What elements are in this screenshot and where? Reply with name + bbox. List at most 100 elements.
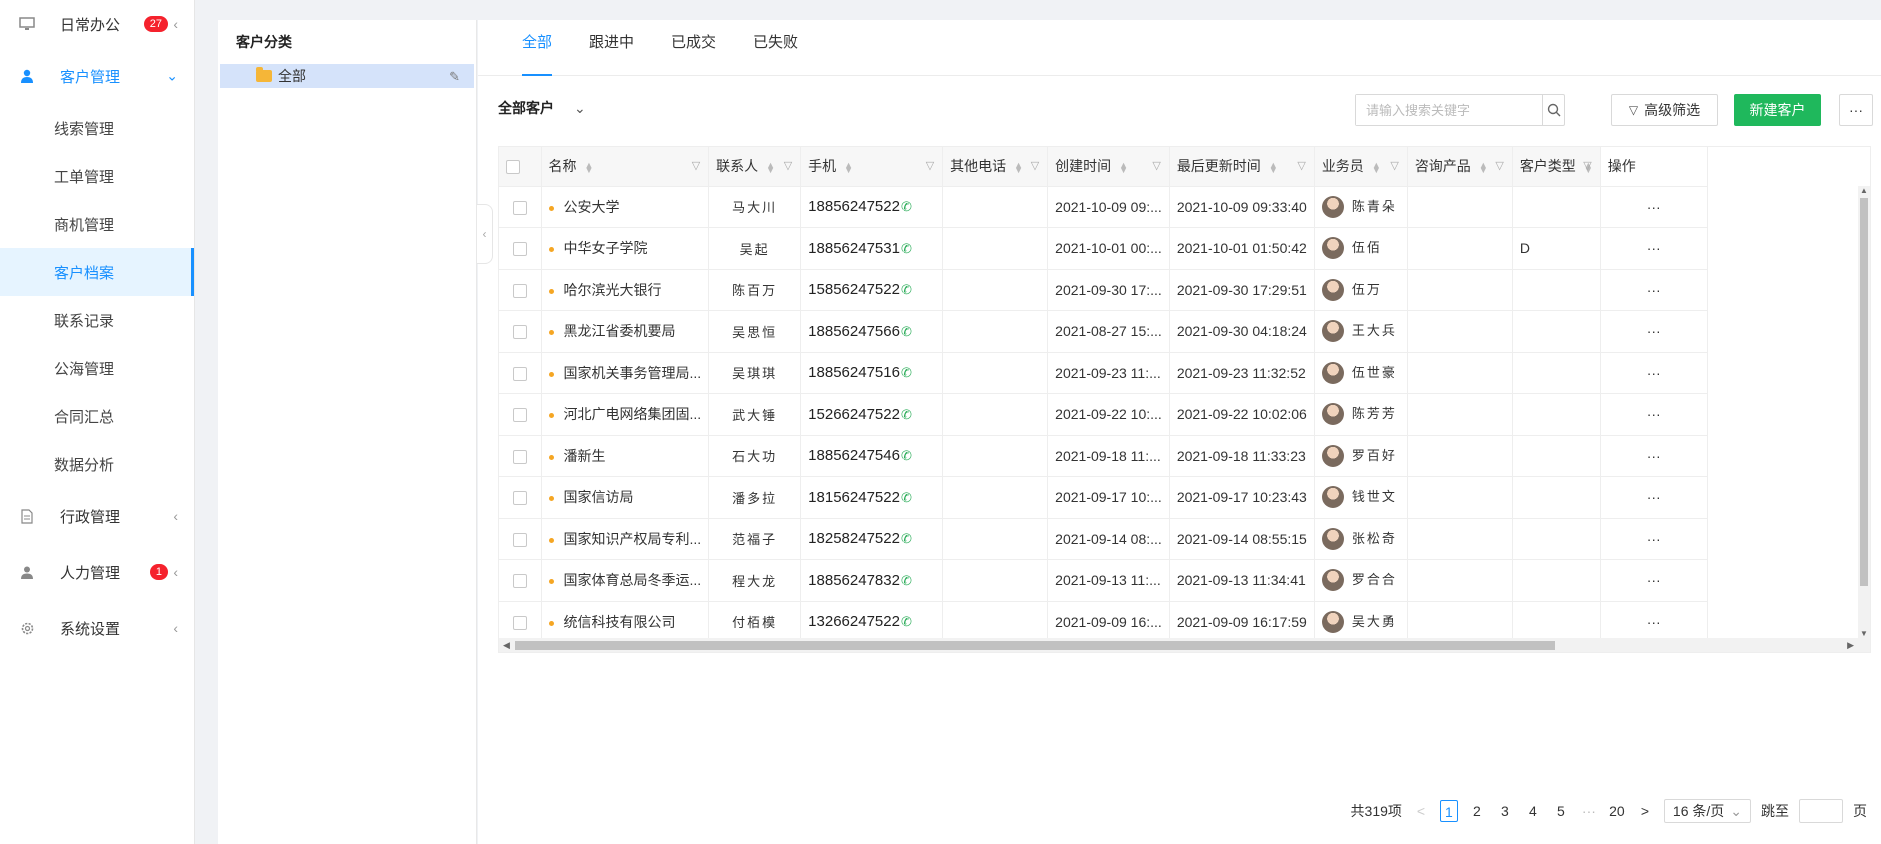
name-cell[interactable]: 中华女子学院 [541, 227, 710, 270]
sort-icon[interactable]: ▲ ▼ [1479, 160, 1488, 174]
sub-item-contracts[interactable]: 合同汇总 [0, 392, 194, 440]
filter-icon[interactable]: ▽ [1390, 159, 1398, 172]
name-cell[interactable]: 公安大学 [541, 186, 710, 228]
filter-icon[interactable]: ▽ [784, 159, 792, 172]
table-row[interactable]: 哈尔滨光大银行 陈百万 15856247522✆ 2021-09-30 17:... 2… [499, 269, 1708, 311]
filter-icon[interactable]: ▽ [1152, 159, 1160, 172]
sort-icon[interactable]: ▲ ▼ [585, 160, 594, 174]
name-cell[interactable]: 黑龙江省委机要局 [541, 310, 710, 353]
row-select-cell[interactable] [499, 393, 542, 436]
page-ellipsis[interactable]: ··· [1580, 800, 1598, 822]
menu-daily-office[interactable]: 日常办公 27 ‹ [0, 0, 194, 48]
row-checkbox[interactable] [512, 283, 527, 298]
search-icon[interactable] [1542, 95, 1564, 125]
col-updated-time[interactable]: 最后更新时间 ▲ ▼ ▽ [1169, 147, 1315, 187]
menu-customer-management[interactable]: 客户管理 ⌄ [0, 48, 194, 104]
new-customer-button[interactable]: 新建客户 [1734, 94, 1821, 126]
horizontal-scrollbar[interactable]: ◀ ▶ [499, 638, 1870, 652]
menu-system-settings[interactable]: 系统设置 ‹ [0, 600, 194, 656]
tab-following[interactable]: 跟进中 [589, 20, 634, 76]
menu-administration[interactable]: 行政管理 ‹ [0, 488, 194, 544]
page-button-2[interactable]: 2 [1468, 800, 1486, 822]
table-row[interactable]: 河北广电网络集团固... 武大锤 15266247522✆ 2021-09-22 10… [499, 393, 1708, 436]
col-created-time[interactable]: 创建时间 ▲ ▼ ▽ [1047, 147, 1170, 187]
page-button-3[interactable]: 3 [1496, 800, 1514, 822]
row-checkbox[interactable] [512, 242, 527, 257]
tab-all[interactable]: 全部 [522, 20, 553, 76]
filter-icon[interactable]: ▽ [1297, 159, 1305, 172]
col-phone[interactable]: 手机 ▲ ▼ ▽ [800, 147, 944, 187]
phone-icon[interactable]: ✆ [901, 241, 912, 256]
scroll-down-icon[interactable]: ▼ [1858, 629, 1870, 638]
table-row[interactable]: 黑龙江省委机要局 吴思恒 18856247566✆ 2021-08-27 15:...… [499, 310, 1708, 353]
sub-item-public-pool[interactable]: 公海管理 [0, 344, 194, 392]
sort-icon[interactable]: ▲ ▼ [766, 160, 775, 174]
jump-page-input[interactable] [1799, 799, 1843, 823]
more-button[interactable]: ··· [1839, 94, 1873, 126]
scroll-left-icon[interactable]: ◀ [503, 638, 510, 652]
row-select-cell[interactable] [499, 352, 542, 394]
row-checkbox[interactable] [512, 491, 527, 506]
row-actions-button[interactable]: ··· [1600, 518, 1708, 560]
tab-closed-won[interactable]: 已成交 [671, 20, 716, 76]
col-name[interactable]: 名称 ▲ ▼ ▽ [541, 147, 710, 187]
customer-name[interactable]: 公安大学 [564, 199, 620, 215]
page-button-5[interactable]: 5 [1552, 800, 1570, 822]
row-select-cell[interactable] [499, 559, 542, 602]
customer-name[interactable]: 潘新生 [564, 448, 606, 464]
filter-icon[interactable]: ▽ [926, 159, 934, 172]
customer-name[interactable]: 国家机关事务管理局... [564, 365, 702, 381]
page-button-4[interactable]: 4 [1524, 800, 1542, 822]
row-actions-button[interactable]: ··· [1600, 269, 1708, 311]
customer-name[interactable]: 国家信访局 [564, 489, 634, 505]
row-checkbox[interactable] [512, 325, 527, 340]
table-row[interactable]: 中华女子学院 吴起 18856247531✆ 2021-10-01 00:... 202… [499, 227, 1708, 270]
scroll-thumb[interactable] [515, 641, 1555, 650]
phone-icon[interactable]: ✆ [901, 614, 912, 629]
scroll-up-icon[interactable]: ▲ [1858, 186, 1870, 195]
table-row[interactable]: 潘新生 石大功 18856247546✆ 2021-09-18 11:... 2021-… [499, 435, 1708, 477]
next-page-button[interactable]: > [1636, 800, 1654, 822]
customer-scope-dropdown[interactable]: 全部客户 ⌄ [498, 98, 586, 118]
name-cell[interactable]: 统信科技有限公司 [541, 601, 710, 643]
row-checkbox[interactable] [512, 200, 527, 215]
row-select-cell[interactable] [499, 476, 542, 519]
vertical-scrollbar[interactable]: ▲ ▼ [1858, 186, 1870, 638]
row-select-cell[interactable] [499, 435, 542, 477]
table-row[interactable]: 国家机关事务管理局... 吴琪琪 18856247516✆ 2021-09-23 11… [499, 352, 1708, 394]
phone-icon[interactable]: ✆ [901, 199, 912, 214]
col-product[interactable]: 咨询产品 ▲ ▼ ▽ [1407, 147, 1513, 187]
row-actions-button[interactable]: ··· [1600, 310, 1708, 353]
phone-icon[interactable]: ✆ [901, 531, 912, 546]
page-button-last[interactable]: 20 [1608, 800, 1626, 822]
col-contact[interactable]: 联系人 ▲ ▼ ▽ [708, 147, 802, 187]
scroll-right-icon[interactable]: ▶ [1847, 638, 1854, 652]
customer-name[interactable]: 国家体育总局冬季运... [564, 572, 702, 588]
table-row[interactable]: 国家信访局 潘多拉 18156247522✆ 2021-09-17 10:... 202… [499, 476, 1708, 519]
name-cell[interactable]: 潘新生 [541, 435, 710, 477]
advanced-filter-button[interactable]: ▽ 高级筛选 [1611, 94, 1718, 126]
row-actions-button[interactable]: ··· [1600, 559, 1708, 602]
name-cell[interactable]: 河北广电网络集团固... [541, 393, 710, 436]
filter-icon[interactable]: ▽ [692, 159, 700, 172]
sub-item-data-analysis[interactable]: 数据分析 [0, 440, 194, 488]
phone-icon[interactable]: ✆ [901, 282, 912, 297]
row-select-cell[interactable] [499, 186, 542, 228]
row-checkbox[interactable] [512, 574, 527, 589]
sort-icon[interactable]: ▲ ▼ [1372, 160, 1381, 174]
select-all-cell[interactable] [499, 147, 542, 187]
table-row[interactable]: 统信科技有限公司 付栢模 13266247522✆ 2021-09-09 16:...… [499, 601, 1708, 643]
phone-icon[interactable]: ✆ [901, 407, 912, 422]
row-actions-button[interactable]: ··· [1600, 476, 1708, 519]
row-checkbox[interactable] [512, 449, 527, 464]
row-select-cell[interactable] [499, 269, 542, 311]
name-cell[interactable]: 哈尔滨光大银行 [541, 269, 710, 311]
customer-name[interactable]: 中华女子学院 [564, 240, 648, 256]
row-select-cell[interactable] [499, 518, 542, 560]
name-cell[interactable]: 国家体育总局冬季运... [541, 559, 710, 602]
row-checkbox[interactable] [512, 366, 527, 381]
row-checkbox[interactable] [512, 532, 527, 547]
row-actions-button[interactable]: ··· [1600, 393, 1708, 436]
name-cell[interactable]: 国家机关事务管理局... [541, 352, 710, 394]
page-size-select[interactable]: 16 条/页 ⌄ [1663, 799, 1751, 823]
